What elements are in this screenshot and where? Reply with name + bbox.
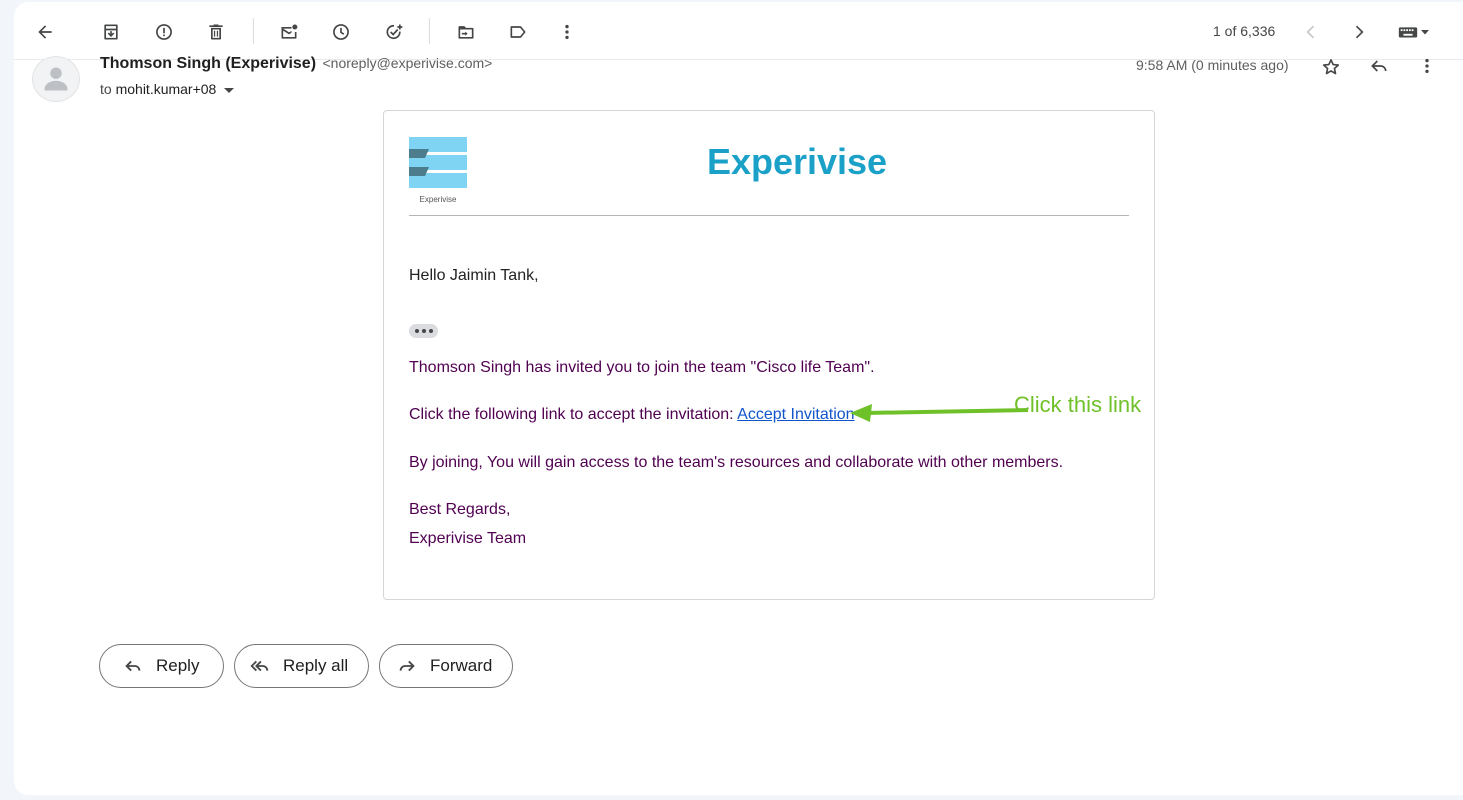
message-toolbar: 1 of 6,336 <box>14 2 1463 60</box>
caret-down-icon <box>1421 30 1429 35</box>
sender-line: Thomson Singh (Experivise) <noreply@expe… <box>100 55 492 73</box>
more-vert-icon <box>565 24 569 40</box>
reply-icon <box>125 660 141 672</box>
move-to-button[interactable] <box>450 16 482 48</box>
toolbar-divider <box>429 18 430 44</box>
annotation-label: Click this link <box>1014 392 1142 417</box>
forward-label: Forward <box>430 656 493 675</box>
recipient-line[interactable]: to mohit.kumar+08 <box>100 81 235 97</box>
toolbar-divider <box>253 18 254 44</box>
email-view-panel: 1 of 6,336 Thomson Singh (Experivise) <n… <box>14 2 1463 795</box>
add-to-tasks-button[interactable] <box>378 16 410 48</box>
forward-button[interactable]: Forward <box>379 644 513 688</box>
link-prefix: Click the following link to accept the i… <box>409 406 734 423</box>
header-divider <box>409 215 1129 216</box>
link-line: Click the following link to accept the i… <box>409 406 855 424</box>
timestamp: 9:58 AM (0 minutes ago) <box>1136 57 1289 73</box>
benefit-text: By joining, You will gain access to the … <box>409 454 1064 471</box>
more-options-button[interactable] <box>551 16 583 48</box>
sender-name[interactable]: Thomson Singh (Experivise) <box>100 55 316 72</box>
accept-invitation-link[interactable]: Accept Invitation <box>737 406 854 423</box>
mark-unread-icon <box>281 24 298 39</box>
reply-label: Reply <box>156 656 200 675</box>
message-counter: 1 of 6,336 <box>1213 23 1276 39</box>
reply-all-icon <box>250 660 269 672</box>
add-task-icon <box>386 24 403 40</box>
reply-icon-button[interactable] <box>1365 52 1393 80</box>
brand-title: Experivise <box>706 141 888 182</box>
newer-button[interactable] <box>1295 16 1327 48</box>
move-to-folder-icon <box>458 26 474 39</box>
clock-icon <box>333 24 349 40</box>
labels-button[interactable] <box>502 16 534 48</box>
invite-text: Thomson Singh has invited you to join th… <box>409 359 875 376</box>
label-icon <box>510 26 526 38</box>
report-spam-button[interactable] <box>148 16 180 48</box>
annotation-arrow-icon <box>850 404 1029 422</box>
signoff: Best Regards, <box>409 501 511 518</box>
older-button[interactable] <box>1343 16 1375 48</box>
more-vert-icon <box>1425 58 1429 74</box>
mark-unread-button[interactable] <box>273 16 305 48</box>
archive-button[interactable] <box>95 16 127 48</box>
reply-all-label: Reply all <box>283 656 349 675</box>
signature: Experivise Team <box>409 530 527 547</box>
input-tools-button[interactable] <box>1390 16 1438 48</box>
trash-icon <box>209 24 223 40</box>
archive-icon <box>104 24 118 40</box>
person-icon <box>44 67 68 91</box>
reply-icon <box>1371 60 1387 72</box>
sender-email: <noreply@experivise.com> <box>322 55 493 71</box>
reply-all-button[interactable]: Reply all <box>234 644 369 688</box>
back-button[interactable] <box>29 16 61 48</box>
star-button[interactable] <box>1317 53 1345 81</box>
delete-button[interactable] <box>200 16 232 48</box>
message-more-button[interactable] <box>1413 52 1441 80</box>
recipient: mohit.kumar+08 <box>115 81 217 97</box>
snooze-button[interactable] <box>325 16 357 48</box>
email-body-card: Experivise Experivise Hello Jaimin Tank,… <box>383 110 1155 600</box>
logo-text: Experivise <box>420 195 457 204</box>
report-spam-icon <box>156 24 172 40</box>
keyboard-icon <box>1398 27 1418 38</box>
avatar[interactable] <box>32 56 80 102</box>
star-icon <box>1322 59 1340 75</box>
greeting: Hello Jaimin Tank, <box>409 267 539 284</box>
chevron-right-icon <box>1355 25 1364 39</box>
chevron-left-icon <box>1306 25 1315 39</box>
show-trimmed-content-button[interactable] <box>409 324 438 338</box>
reply-button[interactable]: Reply <box>99 644 224 688</box>
arrow-left-icon <box>38 25 52 39</box>
to-prefix: to <box>100 81 112 97</box>
forward-icon <box>399 660 415 672</box>
chevron-down-icon[interactable] <box>224 87 235 93</box>
